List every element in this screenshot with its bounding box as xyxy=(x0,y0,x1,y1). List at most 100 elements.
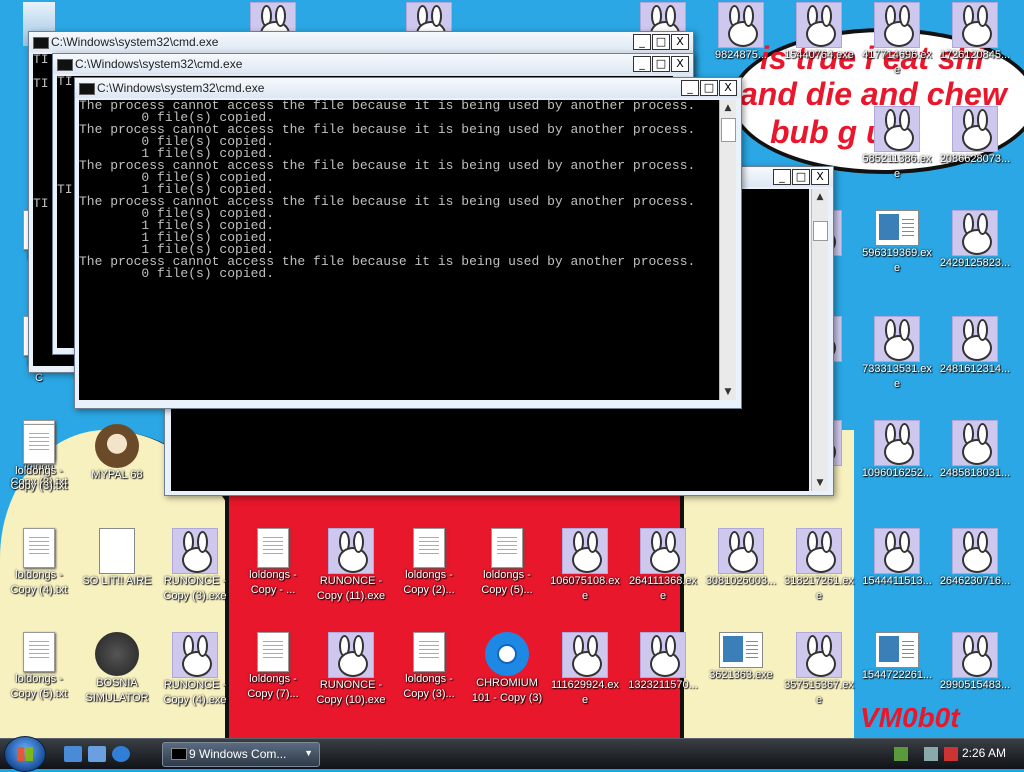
desktop-icon[interactable]: loldongs - Copy - ... xyxy=(236,528,310,598)
desktop-icon[interactable]: 2429125823... xyxy=(938,210,1012,271)
scroll-up-icon[interactable]: ▲ xyxy=(812,189,828,205)
desktop-icon[interactable]: 9824875... xyxy=(704,2,778,63)
desktop-icon[interactable]: 357515367.exe xyxy=(782,632,856,708)
maximize-button[interactable]: □ xyxy=(700,80,718,96)
scroll-down-icon[interactable]: ▼ xyxy=(720,384,736,400)
desktop-icon-label: RUNONCE - Copy (4).exe xyxy=(163,679,227,706)
desktop-icon[interactable]: loldongs - Copy (7)... xyxy=(236,632,310,702)
minimize-button[interactable]: _ xyxy=(633,34,651,50)
title-bar[interactable]: C:\Windows\system32\cmd.exe _ □ X xyxy=(29,32,693,52)
desktop-icon[interactable]: 596319369.exe xyxy=(860,210,934,276)
desktop-icon[interactable]: loldongs - Copy (5).txt xyxy=(2,632,76,702)
desktop-icon[interactable]: SO LIT!! AIRE xyxy=(80,528,154,589)
minimize-button[interactable]: _ xyxy=(773,169,791,185)
desktop-icon[interactable]: 1726120845... xyxy=(938,2,1012,63)
desktop-icon[interactable]: loldongs - Copy (3)... xyxy=(392,632,466,702)
desktop-icon-label: loldongs - Copy - ... xyxy=(249,569,297,596)
console-output[interactable]: The process cannot access the file becau… xyxy=(79,100,719,400)
desktop-icon[interactable]: 3621363.exe xyxy=(704,632,778,683)
desktop-icon[interactable]: 2990515483... xyxy=(938,632,1012,693)
text-file-icon xyxy=(413,528,445,568)
scroll-down-icon[interactable]: ▼ xyxy=(812,475,828,491)
show-desktop-icon[interactable] xyxy=(64,746,82,762)
title-bar[interactable]: C:\Windows\system32\cmd.exe _ □ X xyxy=(53,54,693,74)
desktop-icon[interactable]: 1544722261... xyxy=(860,632,934,683)
desktop-icon[interactable]: RUNONCE - Copy (3).exe xyxy=(158,528,232,604)
scroll-thumb[interactable] xyxy=(721,118,736,142)
desktop-icon[interactable]: 2086628073... xyxy=(938,106,1012,167)
bunny-icon xyxy=(952,420,998,466)
maximize-button[interactable]: □ xyxy=(652,56,670,72)
window-title: C:\Windows\system32\cmd.exe xyxy=(97,81,265,95)
desktop-icon[interactable]: 264111368.exe xyxy=(626,528,700,604)
cmd-window[interactable]: C:\Windows\system32\cmd.exe _ □ X The pr… xyxy=(74,77,742,409)
desktop-icon[interactable]: loldongs - Copy (5)... xyxy=(470,528,544,598)
minimize-button[interactable]: _ xyxy=(633,56,651,72)
desktop-icon[interactable]: 318217261.exe xyxy=(782,528,856,604)
desktop-icon[interactable]: loldongs - Copy (4).txt xyxy=(2,528,76,598)
scrollbar[interactable]: ▲ ▼ xyxy=(719,100,736,400)
chevron-down-icon: ▼ xyxy=(304,748,313,758)
close-button[interactable]: X xyxy=(671,34,689,50)
bunny-icon xyxy=(796,632,842,678)
window-title: C:\Windows\system32\cmd.exe xyxy=(75,57,243,71)
maximize-button[interactable]: □ xyxy=(652,34,670,50)
desktop-icon[interactable]: 106075108.exe xyxy=(548,528,622,604)
desktop-icon-label: 9824875... xyxy=(715,49,767,61)
desktop-icon[interactable]: 733313531.exe xyxy=(860,316,934,392)
bunny-icon xyxy=(874,420,920,466)
bunny-icon xyxy=(718,2,764,48)
switch-windows-icon[interactable] xyxy=(88,746,106,762)
scroll-up-icon[interactable]: ▲ xyxy=(720,100,736,116)
desktop-icon[interactable]: 585211386.exe xyxy=(860,106,934,182)
bunny-icon xyxy=(874,106,920,152)
clock[interactable]: 2:26 AM xyxy=(962,746,1006,760)
desktop-icon[interactable]: 2481612314... xyxy=(938,316,1012,377)
desktop-icon-label: 733313531.exe xyxy=(862,363,932,390)
title-bar[interactable]: C:\Windows\system32\cmd.exe _ □ X xyxy=(75,78,741,98)
close-button[interactable]: X xyxy=(671,56,689,72)
desktop-icon[interactable]: 1096016252... xyxy=(860,420,934,481)
scrollbar[interactable]: ▲ ▼ xyxy=(811,189,828,491)
close-button[interactable]: X xyxy=(719,80,737,96)
desktop-icon[interactable]: 1323211570... xyxy=(626,632,700,693)
desktop-icon-label: 106075108.exe xyxy=(550,575,620,602)
desktop-icon-label: 15440764.exe xyxy=(784,49,854,61)
desktop-icon[interactable]: BOSNIA SIMULATOR xyxy=(80,632,154,706)
desktop-icon[interactable]: 417714696.exe xyxy=(860,2,934,78)
desktop-icon-label: RUNONCE - Copy (11).exe xyxy=(316,575,386,602)
tray-app-icon[interactable] xyxy=(894,747,908,761)
desktop-icon-label: loldongs - Copy (3)... xyxy=(403,673,455,700)
desktop-icon[interactable]: 15440764.exe xyxy=(782,2,856,63)
desktop-icon[interactable]: loldongs - Copy (2)... xyxy=(392,528,466,598)
close-button[interactable]: X xyxy=(811,169,829,185)
desktop-icon-label: 264111368.exe xyxy=(628,575,698,602)
desktop-icon[interactable]: 111629924.exe xyxy=(548,632,622,708)
desktop-icon-label: 318217261.exe xyxy=(784,575,854,602)
desktop-icon[interactable]: loldongs - Copy (3).txt xyxy=(2,424,76,494)
desktop-icon[interactable]: 1544411513... xyxy=(860,528,934,589)
internet-explorer-icon[interactable] xyxy=(112,746,130,762)
desktop-icon[interactable]: CHROMIUM 101 - Copy (3) xyxy=(470,632,544,706)
cmd-icon xyxy=(79,83,95,95)
maximize-button[interactable]: □ xyxy=(792,169,810,185)
scroll-thumb[interactable] xyxy=(813,221,828,241)
taskbar-group-label: 9 Windows Com... xyxy=(189,747,287,761)
minimize-button[interactable]: _ xyxy=(681,80,699,96)
desktop-icon[interactable]: 2646230716... xyxy=(938,528,1012,589)
bunny-icon xyxy=(718,528,764,574)
desktop-icon[interactable]: RUNONCE - Copy (4).exe xyxy=(158,632,232,708)
desktop-icon[interactable]: 3081026003... xyxy=(704,528,778,589)
desktop-icon[interactable]: RUNONCE - Copy (11).exe xyxy=(314,528,388,604)
desktop-icon-label: 2429125823... xyxy=(939,257,1011,269)
volume-muted-icon[interactable] xyxy=(944,747,958,761)
network-icon[interactable] xyxy=(924,747,938,761)
bunny-icon xyxy=(328,528,374,574)
taskbar-group-button[interactable]: 9 Windows Com... ▼ xyxy=(162,742,320,767)
desktop-icon[interactable]: 2485818031... xyxy=(938,420,1012,481)
start-button[interactable] xyxy=(4,736,46,772)
desktop-icon[interactable]: MYPAL 68 xyxy=(80,424,154,483)
wallpaper-signature: VM0b0t xyxy=(860,702,960,733)
desktop-icon[interactable]: RUNONCE - Copy (10).exe xyxy=(314,632,388,708)
taskbar: 9 Windows Com... ▼ 2:26 AM xyxy=(0,736,1024,772)
